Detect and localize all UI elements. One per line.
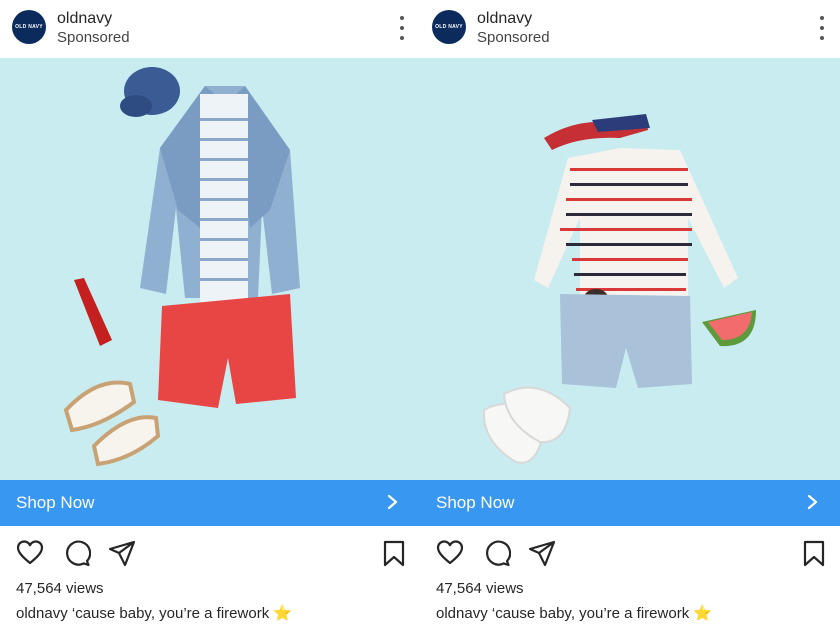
red-bottle-illustration [74,278,112,346]
watermelon-illustration [702,310,756,347]
views-count[interactable]: 47,564 views [436,580,524,597]
avatar-logo-text: OLD NAVY [15,24,43,30]
post-header: OLD NAVY oldnavy Sponsored [0,0,420,58]
post-actions [420,526,840,578]
outfit-illustration [482,114,756,464]
shop-now-button[interactable]: Shop Now [420,480,840,526]
bookmark-icon[interactable] [380,539,408,567]
shop-now-label: Shop Now [16,493,95,512]
sponsored-post: OLD NAVY oldnavy Sponsored Shop Now 47,5… [420,0,840,625]
bookmark-icon[interactable] [800,539,828,567]
views-count[interactable]: 47,564 views [16,580,104,597]
striped-longsleeve-illustration [534,148,738,298]
sponsored-post: OLD NAVY oldnavy Sponsored Shop Now 47,5… [0,0,420,625]
caption-username[interactable]: oldnavy [436,605,488,622]
star-emoji: ⭐ [273,605,293,622]
post-image[interactable] [420,58,840,480]
share-icon[interactable] [108,539,136,567]
denim-shorts-illustration [560,294,692,388]
sponsored-label: Sponsored [57,29,130,46]
bandana-illustration [544,114,650,150]
caption: oldnavy ‘cause baby, you’re a firework ⭐ [16,604,292,622]
share-icon[interactable] [528,539,556,567]
post-actions [0,526,420,578]
comment-icon[interactable] [63,539,91,567]
cap-illustration [120,67,180,117]
sneakers-illustration [482,386,572,464]
username[interactable]: oldnavy [477,10,532,28]
red-shorts-illustration [158,294,296,408]
caption: oldnavy ‘cause baby, you’re a firework ⭐ [436,604,712,622]
sneakers-illustration [63,380,161,467]
post-image[interactable] [0,58,420,480]
heart-icon[interactable] [16,539,44,567]
post-header: OLD NAVY oldnavy Sponsored [420,0,840,58]
shop-now-label: Shop Now [436,493,515,512]
caption-username[interactable]: oldnavy [16,605,68,622]
comment-icon[interactable] [483,539,511,567]
avatar-logo-text: OLD NAVY [435,24,463,30]
chevron-right-icon [387,494,398,510]
more-icon[interactable] [818,16,826,40]
sponsored-label: Sponsored [477,29,550,46]
avatar[interactable]: OLD NAVY [12,10,46,44]
caption-text: ‘cause baby, you’re a firework [71,605,270,622]
caption-text: ‘cause baby, you’re a firework [491,605,690,622]
striped-shirt-illustration [200,94,248,304]
username[interactable]: oldnavy [57,10,112,28]
outfit-illustration [63,67,300,467]
chevron-right-icon [807,494,818,510]
shop-now-button[interactable]: Shop Now [0,480,420,526]
avatar[interactable]: OLD NAVY [432,10,466,44]
more-icon[interactable] [398,16,406,40]
star-emoji: ⭐ [693,605,713,622]
heart-icon[interactable] [436,539,464,567]
